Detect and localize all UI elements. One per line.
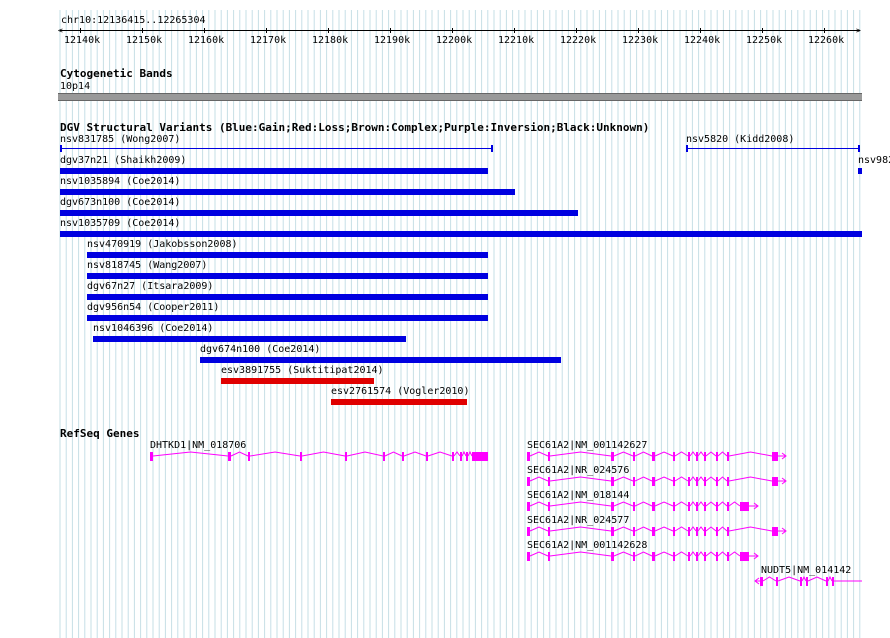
ruler-tick-label: 12230k bbox=[622, 35, 659, 46]
ruler-tick bbox=[390, 28, 391, 33]
ruler-tick-label: 12220k bbox=[560, 35, 597, 46]
variant-label: nsv831785 (Wong2007) bbox=[60, 134, 181, 145]
variant-label: nsv1046396 (Coe2014) bbox=[93, 323, 214, 334]
variant-end-cap bbox=[686, 145, 688, 152]
gene-label: SEC61A2|NR_024577 bbox=[527, 515, 630, 526]
gene-label: SEC61A2|NM_001142628 bbox=[527, 540, 648, 551]
ruler-tick-label: 12240k bbox=[684, 35, 721, 46]
variant-end-cap bbox=[60, 145, 62, 152]
variant-feature[interactable] bbox=[60, 148, 493, 149]
ruler-tick-label: 12180k bbox=[312, 35, 349, 46]
variant-feature[interactable] bbox=[60, 231, 862, 237]
variant-end-cap bbox=[491, 145, 493, 152]
ruler-tick bbox=[80, 28, 81, 33]
variant-label: dgv674n100 (Coe2014) bbox=[200, 344, 321, 355]
ruler-right-arrow: > bbox=[856, 26, 861, 35]
variant-feature[interactable] bbox=[858, 168, 862, 174]
variant-label: nsv1035709 (Coe2014) bbox=[60, 218, 181, 229]
ruler-tick bbox=[824, 28, 825, 33]
ruler-tick bbox=[576, 28, 577, 33]
variant-feature[interactable] bbox=[221, 378, 374, 384]
ruler-tick-label: 12250k bbox=[746, 35, 783, 46]
ruler-tick-label: 12150k bbox=[126, 35, 163, 46]
variant-label: dgv67n27 (Itsara2009) bbox=[87, 281, 214, 292]
variant-label: nsv982 bbox=[858, 155, 890, 166]
variant-label: nsv5820 (Kidd2008) bbox=[686, 134, 795, 145]
variant-end-cap bbox=[858, 145, 860, 152]
ruler-tick-label: 12260k bbox=[808, 35, 845, 46]
ruler-left-arrow: < bbox=[58, 26, 63, 35]
variant-feature[interactable] bbox=[93, 336, 406, 342]
variant-feature[interactable] bbox=[686, 148, 860, 149]
variant-feature[interactable] bbox=[87, 315, 488, 321]
cytoband-track-title: Cytogenetic Bands bbox=[60, 67, 173, 80]
ruler-tick bbox=[266, 28, 267, 33]
variant-feature[interactable] bbox=[60, 189, 515, 195]
ruler-tick bbox=[638, 28, 639, 33]
variant-label: dgv37n21 (Shaikh2009) bbox=[60, 155, 187, 166]
dgv-track-title: DGV Structural Variants (Blue:Gain;Red:L… bbox=[60, 121, 650, 134]
variant-feature[interactable] bbox=[200, 357, 561, 363]
ruler-tick bbox=[700, 28, 701, 33]
cytoband-label: 10p14 bbox=[60, 81, 91, 92]
ruler-tick bbox=[328, 28, 329, 33]
variant-label: nsv470919 (Jakobsson2008) bbox=[87, 239, 238, 250]
refseq-track-title: RefSeq Genes bbox=[60, 427, 140, 440]
variant-label: esv2761574 (Vogler2010) bbox=[331, 386, 470, 397]
gene-label: DHTKD1|NM_018706 bbox=[150, 440, 247, 451]
gene-label: SEC61A2|NM_018144 bbox=[527, 490, 630, 501]
ruler-tick-label: 12190k bbox=[374, 35, 411, 46]
variant-label: esv3891755 (Suktitipat2014) bbox=[221, 365, 384, 376]
gene-label: SEC61A2|NR_024576 bbox=[527, 465, 630, 476]
ruler-tick bbox=[452, 28, 453, 33]
variant-feature[interactable] bbox=[331, 399, 467, 405]
location-label: chr10:12136415..12265304 bbox=[61, 15, 206, 26]
ruler-tick-label: 12210k bbox=[498, 35, 535, 46]
variant-feature[interactable] bbox=[60, 168, 488, 174]
variant-feature[interactable] bbox=[87, 273, 488, 279]
ruler-tick bbox=[204, 28, 205, 33]
variant-feature[interactable] bbox=[87, 252, 488, 258]
cytoband-bar[interactable] bbox=[58, 93, 862, 101]
ruler-tick-label: 12200k bbox=[436, 35, 473, 46]
gene-label: NUDT5|NM_014142 bbox=[761, 565, 852, 576]
ruler-tick-label: 12160k bbox=[188, 35, 225, 46]
variant-feature[interactable] bbox=[87, 294, 488, 300]
variant-label: nsv1035894 (Coe2014) bbox=[60, 176, 181, 187]
variant-label: nsv818745 (Wang2007) bbox=[87, 260, 208, 271]
ruler-tick bbox=[142, 28, 143, 33]
gene-label: SEC61A2|NM_001142627 bbox=[527, 440, 648, 451]
variant-label: dgv956n54 (Cooper2011) bbox=[87, 302, 220, 313]
ruler-tick-label: 12140k bbox=[64, 35, 101, 46]
ruler-tick bbox=[514, 28, 515, 33]
variant-feature[interactable] bbox=[60, 210, 578, 216]
ruler-line bbox=[60, 30, 860, 31]
ruler-tick-label: 12170k bbox=[250, 35, 287, 46]
ruler-tick bbox=[762, 28, 763, 33]
variant-label: dgv673n100 (Coe2014) bbox=[60, 197, 181, 208]
